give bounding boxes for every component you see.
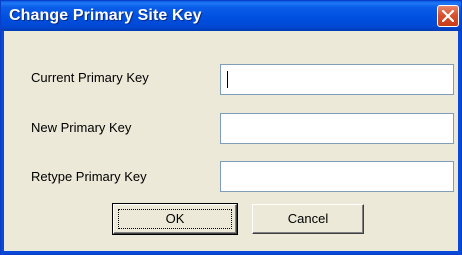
- ok-button[interactable]: OK: [112, 203, 238, 235]
- dialog-title: Change Primary Site Key: [9, 7, 202, 24]
- cancel-button[interactable]: Cancel: [252, 204, 364, 234]
- window-frame-bottom: [1, 251, 461, 254]
- retype-primary-key-input[interactable]: [220, 161, 454, 192]
- title-bar[interactable]: Change Primary Site Key: [1, 1, 461, 31]
- close-icon: [442, 10, 454, 22]
- current-primary-key-label: Current Primary Key: [31, 70, 149, 85]
- retype-primary-key-label: Retype Primary Key: [31, 169, 147, 184]
- dialog-window: Change Primary Site Key Current Primary …: [0, 0, 462, 255]
- current-primary-key-input[interactable]: [220, 64, 454, 95]
- text-caret: [227, 71, 228, 88]
- new-primary-key-label: New Primary Key: [31, 120, 132, 135]
- new-primary-key-input[interactable]: [220, 113, 454, 144]
- window-frame-right: [458, 31, 461, 255]
- close-button[interactable]: [437, 5, 459, 27]
- window-frame-left: [1, 31, 4, 255]
